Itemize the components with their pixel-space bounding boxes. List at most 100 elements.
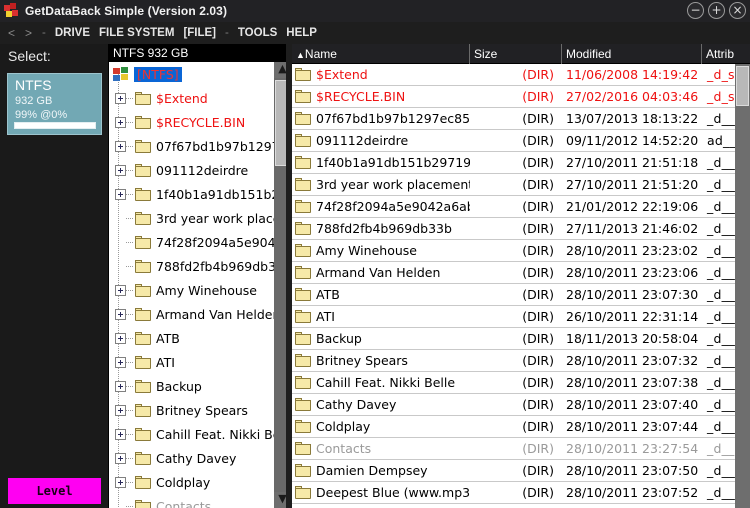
cell-modified: 27/02/2016 04:03:46 [566,89,699,104]
tree-node[interactable]: Britney Spears [109,398,274,422]
table-row[interactable]: ATB (DIR) 28/10/2011 23:07:30 _d___ [292,284,750,306]
table-row[interactable]: Contacts (DIR) 28/10/2011 23:27:54 _d__r_ [292,438,750,460]
tree-node-label: Contacts [156,498,212,508]
table-row[interactable]: $Extend (DIR) 11/06/2008 14:19:42 _d_sh_ [292,64,750,86]
tree-expander-plus-icon[interactable] [115,164,126,176]
tree-connector-dots [126,217,134,219]
table-row[interactable]: Backup (DIR) 18/11/2013 20:58:04 _d___ [292,328,750,350]
tree-node[interactable]: 3rd year work placem [109,206,274,230]
file-name-label: 3rd year work placement ... [316,177,470,192]
folder-icon [135,235,152,249]
cell-name: 07f67bd1b97b1297ec85a... [292,111,470,126]
tree-expander-plus-icon[interactable] [115,476,126,488]
tree-node[interactable]: $Extend [109,86,274,110]
tree-expander-plus-icon[interactable] [115,92,126,104]
table-row[interactable]: Deepest Blue (www.mp3sf... (DIR) 28/10/201… [292,482,750,504]
table-row[interactable]: 788fd2fb4b969db33b (DIR) 27/11/2013 21:46:… [292,218,750,240]
tree-expander-plus-icon[interactable] [115,116,126,128]
tree-expander-plus-icon[interactable] [115,380,126,392]
table-row[interactable]: Damien Dempsey (DIR) 28/10/2011 23:07:50 _d… [292,460,750,482]
tree-expander-plus-icon[interactable] [115,404,126,416]
volume-card-ntfs[interactable]: NTFS 932 GB 99% @0% [7,73,102,135]
tree-expander-plus-icon[interactable] [115,332,126,344]
tree-expander-plus-icon[interactable] [115,452,126,464]
file-list-rows[interactable]: $Extend (DIR) 11/06/2008 14:19:42 _d_sh_ $RE… [292,64,750,508]
tree-node[interactable]: Armand Van Helden [109,302,274,326]
tree-expander-plus-icon[interactable] [115,428,126,440]
tree-expander-plus-icon[interactable] [115,284,126,296]
folder-icon [295,464,312,477]
table-row[interactable]: Cathy Davey (DIR) 28/10/2011 23:07:40 _d___ [292,394,750,416]
table-row[interactable]: 74f28f2094a5e9042a6abc... (DIR) 21/01/2012… [292,196,750,218]
table-row[interactable]: e73c6b83f96ee9be80b1e...(DIR)20/05/2013 … [292,504,750,508]
column-header-name-label: Name [304,46,337,61]
file-list-scrollbar[interactable] [735,64,750,508]
tree-node[interactable]: ATB [109,326,274,350]
table-row[interactable]: 07f67bd1b97b1297ec85a... (DIR) 13/07/2013 … [292,108,750,130]
tree-node[interactable]: Coldplay [109,470,274,494]
table-row[interactable]: Amy Winehouse (DIR) 28/10/2011 23:23:02 _d_… [292,240,750,262]
menu-item-drive[interactable]: DRIVE [55,27,90,39]
tree-connector-dots [126,337,134,339]
tree-node[interactable]: [NTFS] [109,62,274,86]
maximize-button[interactable]: + [708,2,725,19]
directory-tree[interactable]: [NTFS] $Extend $RECYCLE.BIN 07f67bd1b97b129… [109,62,274,508]
tree-node[interactable]: Amy Winehouse [109,278,274,302]
cell-size: (DIR) [522,89,554,104]
close-button[interactable]: × [729,2,746,19]
sort-ascending-icon: ▲ [296,49,305,60]
tree-node[interactable]: Cathy Davey [109,446,274,470]
tree-node[interactable]: 788fd2fb4b969db33b [109,254,274,278]
menu-item-file-system[interactable]: FILE SYSTEM [99,27,174,39]
volume-stats: 99% @0% [15,109,68,121]
tree-node[interactable]: $RECYCLE.BIN [109,110,274,134]
file-name-label: Backup [316,331,362,346]
tree-connector-dots [126,241,134,243]
file-list-scroll-thumb[interactable] [736,66,749,106]
column-header-attrib[interactable]: Attrib [702,44,749,64]
table-row[interactable]: Armand Van Helden (DIR) 28/10/2011 23:23:0… [292,262,750,284]
tree-node-label: $RECYCLE.BIN [156,114,246,130]
tree-node[interactable]: ATI [109,350,274,374]
table-row[interactable]: 1f40b1a91db151b29719c... (DIR) 27/10/2011 … [292,152,750,174]
folder-icon [135,355,152,369]
minimize-button[interactable]: − [687,2,704,19]
cell-name: Cathy Davey [292,397,470,412]
tree-expander-plus-icon[interactable] [115,188,126,200]
cell-size: (DIR) [522,375,554,390]
tree-connector-dots [126,409,134,411]
tree-node[interactable]: 74f28f2094a5e9042a6 [109,230,274,254]
tree-expander-plus-icon[interactable] [115,140,126,152]
table-row[interactable]: ATI (DIR) 26/10/2011 22:31:14 _d___ [292,306,750,328]
column-header-modified[interactable]: Modified [562,43,702,64]
folder-icon [135,163,152,177]
menu-item-tools[interactable]: TOOLS [238,27,277,39]
file-name-label: Cahill Feat. Nikki Belle [316,375,456,390]
cell-size: (DIR) [522,199,554,214]
tree-connector-dots [126,481,134,483]
tree-node[interactable]: Contacts [109,494,274,508]
tree-node[interactable]: 091112deirdre [109,158,274,182]
column-header-name[interactable]: ▲Name [292,43,470,64]
column-header-size[interactable]: Size [470,43,562,64]
folder-icon [135,91,152,105]
folder-icon [295,178,312,191]
file-name-label: 07f67bd1b97b1297ec85a... [316,111,470,126]
table-row[interactable]: $RECYCLE.BIN (DIR) 27/02/2016 04:03:46 _d_s… [292,86,750,108]
tree-node[interactable]: 1f40b1a91db151b297 [109,182,274,206]
menu-item-file[interactable]: [FILE] [183,27,216,39]
menu-item-help[interactable]: HELP [286,27,317,39]
table-row[interactable]: 091112deirdre (DIR) 09/11/2012 14:52:20 ad_… [292,130,750,152]
table-row[interactable]: Cahill Feat. Nikki Belle (DIR) 28/10/2011 … [292,372,750,394]
table-row[interactable]: Britney Spears (DIR) 28/10/2011 23:07:32 _d… [292,350,750,372]
level-button[interactable]: Level [8,478,101,504]
tree-expander-plus-icon[interactable] [115,308,126,320]
table-row[interactable]: 3rd year work placement ... (DIR) 27/10/20… [292,174,750,196]
tree-expander-plus-icon[interactable] [115,356,126,368]
tree-node[interactable]: 07f67bd1b97b1297ec [109,134,274,158]
tree-node[interactable]: Cahill Feat. Nikki Belle [109,422,274,446]
folder-icon [135,427,152,441]
table-row[interactable]: Coldplay (DIR) 28/10/2011 23:07:44 _d___ [292,416,750,438]
tree-node[interactable]: Backup [109,374,274,398]
folder-icon [135,211,152,225]
